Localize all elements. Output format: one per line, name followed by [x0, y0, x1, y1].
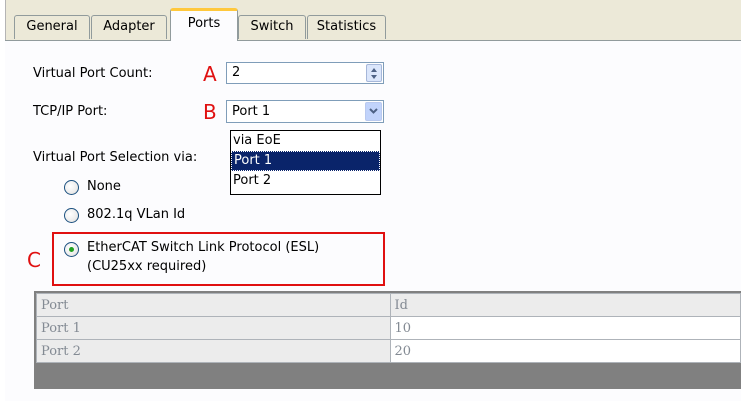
header-port[interactable]: Port: [36, 293, 391, 317]
spin-up-icon[interactable]: [371, 68, 377, 72]
tab-label: Ports: [187, 16, 221, 31]
spin-up-down-button[interactable]: [366, 64, 382, 82]
tab-adapter[interactable]: Adapter: [91, 15, 167, 39]
tcpip-port-dropdown-list[interactable]: via EoE Port 1 Port 2: [230, 130, 381, 195]
marker-b: B: [203, 100, 217, 124]
radio-none[interactable]: [64, 180, 79, 195]
table-row[interactable]: Port 2 20: [36, 339, 741, 363]
tcpip-port-label: TCP/IP Port:: [33, 104, 108, 119]
marker-c: C: [27, 248, 41, 272]
radio-none-label[interactable]: None: [87, 179, 121, 194]
tab-switch[interactable]: Switch: [238, 15, 306, 39]
cell-id[interactable]: 10: [389, 316, 741, 340]
radio-esl-label[interactable]: EtherCAT Switch Link Protocol (ESL): [87, 240, 319, 255]
marker-a: A: [203, 62, 217, 86]
radio-vlan-label[interactable]: 802.1q VLan Id: [87, 207, 185, 222]
virtual-port-count-value: 2: [232, 65, 241, 80]
tcpip-port-value: Port 1: [232, 104, 271, 119]
tab-statistics[interactable]: Statistics: [307, 15, 386, 39]
radio-esl-sublabel: (CU25xx required): [87, 259, 207, 274]
tab-label: Statistics: [316, 19, 377, 34]
dropdown-option-port-2[interactable]: Port 2: [231, 171, 380, 191]
dropdown-button[interactable]: [365, 102, 382, 121]
radio-selected-dot: [69, 247, 74, 252]
virtual-port-count-spinbox[interactable]: 2: [226, 62, 384, 84]
spin-down-icon[interactable]: [371, 75, 377, 79]
ports-table-body: Port Id Port 1 10 Port 2 20: [36, 293, 741, 363]
cell-port[interactable]: Port 1: [36, 316, 391, 340]
tab-label: General: [26, 19, 78, 34]
tab-label: Adapter: [103, 19, 155, 34]
table-header-row: Port Id: [36, 293, 741, 317]
dropdown-option-port-1[interactable]: Port 1: [231, 151, 380, 171]
cell-port[interactable]: Port 2: [36, 339, 391, 363]
radio-vlan[interactable]: [64, 208, 79, 223]
tab-ports[interactable]: Ports: [170, 8, 238, 41]
tab-label: Switch: [250, 19, 294, 34]
virtual-port-selection-label: Virtual Port Selection via:: [33, 150, 198, 165]
chevron-down-icon: [369, 108, 378, 114]
window: General Adapter Ports Switch Statistics …: [0, 0, 741, 401]
cell-id[interactable]: 20: [389, 339, 741, 363]
tab-general[interactable]: General: [14, 15, 90, 39]
radio-esl[interactable]: [64, 242, 79, 257]
virtual-port-count-label: Virtual Port Count:: [33, 66, 153, 81]
ports-table: Port Id Port 1 10 Port 2 20: [34, 291, 741, 389]
tcpip-port-combobox[interactable]: Port 1: [226, 100, 384, 123]
table-row[interactable]: Port 1 10: [36, 316, 741, 340]
header-id[interactable]: Id: [389, 293, 741, 317]
dropdown-option-via-eoe[interactable]: via EoE: [231, 131, 380, 151]
